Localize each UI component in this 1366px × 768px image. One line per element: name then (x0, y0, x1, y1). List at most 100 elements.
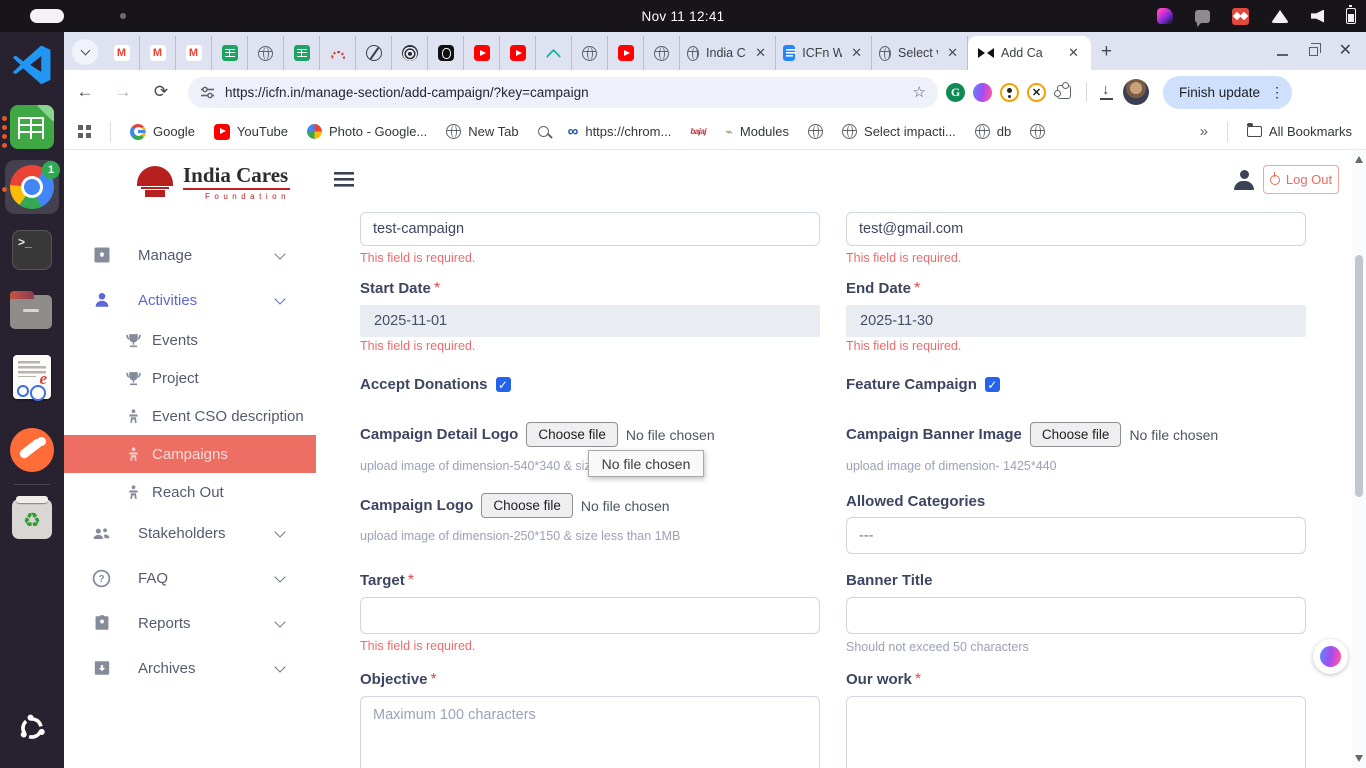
address-bar[interactable]: https://icfn.in/manage-section/add-campa… (188, 77, 938, 108)
finish-update-button[interactable]: Finish update ⋮ (1163, 76, 1292, 109)
sidebar-item-campaigns-selected[interactable]: Campaigns (64, 435, 316, 473)
window-restore-button[interactable] (1309, 47, 1318, 56)
ubuntu-logo-icon[interactable] (17, 713, 47, 743)
extensions-puzzle-icon[interactable] (1057, 85, 1071, 99)
allowed-categories-select[interactable]: --- (846, 517, 1306, 554)
pinned-tab-red-arc[interactable] (320, 36, 356, 70)
dock-files-icon[interactable] (10, 290, 54, 334)
site-settings-icon[interactable] (200, 85, 215, 100)
accept-donations-checkbox[interactable]: ✓ (496, 377, 511, 392)
bookmark-db[interactable]: db (975, 124, 1011, 139)
bookmark-select-impact[interactable]: Select impacti... (842, 124, 956, 139)
pinned-tab-fingerprint[interactable] (392, 36, 428, 70)
sidebar-item-event-cso-description[interactable]: Event CSO description (64, 401, 316, 431)
new-tab-button[interactable]: + (1101, 41, 1112, 63)
url-text[interactable]: https://icfn.in/manage-section/add-campa… (225, 85, 903, 100)
pinned-tab-youtube[interactable] (608, 36, 644, 70)
user-profile-icon[interactable] (1234, 170, 1254, 190)
pinned-tab-gmail[interactable]: M (140, 36, 176, 70)
dock-postman-icon[interactable] (10, 428, 54, 472)
dock-trash-icon[interactable]: ♻ (10, 497, 54, 541)
tab-india-cares[interactable]: India Ca ✕ (680, 36, 776, 70)
screencast-icon[interactable] (1232, 8, 1249, 25)
sidebar-item-archives[interactable]: Archives (64, 653, 316, 683)
pinned-tab-gmail[interactable]: M (104, 36, 140, 70)
objective-textarea[interactable] (360, 696, 820, 768)
floating-brain-extension-button[interactable] (1313, 639, 1348, 674)
scrollbar-up-arrow[interactable] (1355, 156, 1363, 163)
pinned-tab-globe[interactable] (572, 36, 608, 70)
choose-file-button[interactable]: Choose file (1030, 422, 1122, 447)
dock-vscode-icon[interactable] (10, 42, 54, 86)
sidebar-item-reports[interactable]: Reports (64, 608, 316, 638)
campaign-name-input[interactable] (360, 212, 820, 246)
tab-close-icon[interactable]: ✕ (945, 45, 960, 61)
reload-button[interactable]: ⟳ (146, 77, 176, 107)
dock-document-viewer-icon[interactable]: e (10, 355, 54, 399)
bookmark-photo-google[interactable]: Photo - Google... (307, 124, 427, 139)
bookmark-globe[interactable] (1030, 124, 1045, 139)
bookmark-youtube[interactable]: YouTube (214, 124, 288, 140)
tab-close-icon[interactable]: ✕ (753, 45, 768, 61)
choose-file-button[interactable]: Choose file (481, 493, 573, 518)
orange-x-extension-icon[interactable]: ✕ (1027, 83, 1046, 102)
bookmark-modules[interactable]: ⌁ Modules (725, 124, 789, 140)
bookmark-bajaj[interactable]: bajaj (690, 127, 706, 136)
dock-chrome-icon[interactable]: 1 (10, 165, 54, 209)
pinned-tab-gmail[interactable]: M (176, 36, 212, 70)
tab-icfn-w[interactable]: ICFn W ✕ (776, 36, 872, 70)
window-close-button[interactable]: ✕ (1339, 43, 1352, 59)
browser-menu-icon[interactable]: ⋮ (1268, 84, 1286, 101)
bookmarks-overflow-chevron[interactable]: » (1200, 123, 1208, 140)
pinned-tab-sheets[interactable] (284, 36, 320, 70)
page-scrollbar[interactable] (1352, 150, 1366, 768)
tab-close-icon[interactable]: ✕ (849, 45, 864, 61)
sidebar-item-reach-out[interactable]: Reach Out (64, 477, 316, 507)
dock-terminal-icon[interactable]: >_ (10, 228, 54, 272)
bookmark-search[interactable] (538, 126, 549, 137)
apps-grid-icon[interactable] (78, 125, 91, 138)
dock-libreoffice-calc-icon[interactable] (10, 105, 54, 149)
bookmark-chrome-url[interactable]: ∞ https://chrom... (568, 123, 672, 140)
orange-person-extension-icon[interactable] (1000, 83, 1019, 102)
all-bookmarks-button[interactable]: All Bookmarks (1247, 124, 1352, 139)
scrollbar-down-arrow[interactable] (1355, 755, 1363, 762)
bookmark-star-icon[interactable]: ☆ (913, 83, 926, 101)
sidebar-item-manage[interactable]: Manage (64, 240, 316, 270)
logout-button[interactable]: Log Out (1263, 165, 1339, 194)
campaign-email-input[interactable] (846, 212, 1306, 246)
window-minimize-button[interactable] (1277, 54, 1288, 56)
pinned-tab-teal-arrow[interactable] (536, 36, 572, 70)
sidebar-item-events[interactable]: Events (64, 325, 316, 355)
pinned-tab-sheets[interactable] (212, 36, 248, 70)
sidebar-item-activities[interactable]: Activities (64, 285, 316, 315)
choose-file-button[interactable]: Choose file (526, 422, 618, 447)
forward-button[interactable]: → (108, 77, 138, 107)
tray-app-icon[interactable] (1157, 8, 1173, 24)
volume-icon[interactable] (1311, 10, 1324, 23)
grammarly-extension-icon[interactable]: G (946, 83, 965, 102)
profile-avatar[interactable] (1123, 79, 1149, 105)
pinned-tab-youtube[interactable] (500, 36, 536, 70)
bookmark-new-tab[interactable]: New Tab (446, 124, 518, 139)
back-button[interactable]: ← (70, 77, 100, 107)
sidebar-item-faq[interactable]: ? FAQ (64, 563, 316, 593)
wifi-icon[interactable] (1271, 10, 1289, 23)
target-input[interactable] (360, 597, 820, 634)
downloads-icon[interactable] (1099, 84, 1115, 100)
chat-icon[interactable] (1195, 10, 1210, 23)
pinned-tab-circle-slash[interactable] (356, 36, 392, 70)
brain-extension-icon[interactable] (973, 83, 992, 102)
sidebar-item-project[interactable]: Project (64, 363, 316, 393)
sidebar-item-stakeholders[interactable]: Stakeholders (64, 518, 316, 548)
bookmark-globe[interactable] (808, 124, 823, 139)
battery-icon[interactable] (1346, 8, 1356, 24)
banner-title-input[interactable] (846, 597, 1306, 634)
feature-campaign-checkbox[interactable]: ✓ (985, 377, 1000, 392)
india-cares-logo[interactable]: India Cares Foundation (135, 164, 290, 201)
bookmark-google[interactable]: Google (130, 124, 195, 140)
pinned-tab-dark-o[interactable] (428, 36, 464, 70)
pinned-tab-globe[interactable] (644, 36, 680, 70)
scrollbar-thumb[interactable] (1355, 255, 1363, 497)
start-date-input[interactable]: 2025-11-01 (360, 305, 820, 337)
